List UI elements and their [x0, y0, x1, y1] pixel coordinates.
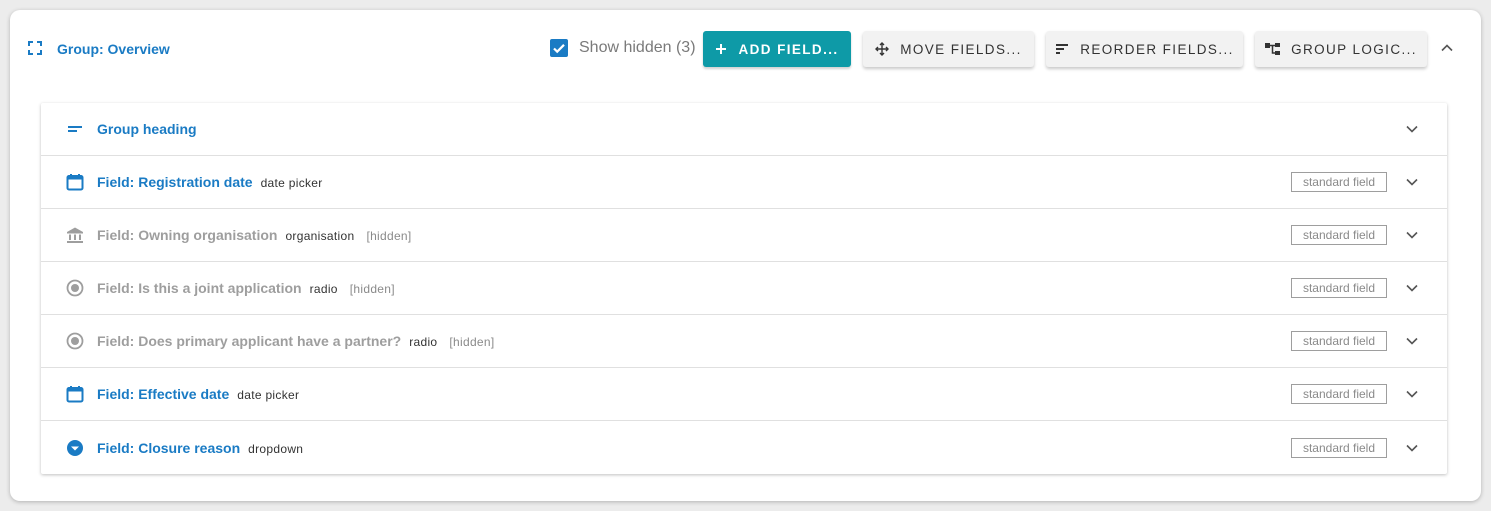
reorder-fields-button[interactable]: REORDER FIELDS... [1046, 31, 1243, 67]
field-row-closure-reason[interactable]: Field: Closure reason dropdown standard … [41, 421, 1447, 474]
bank-icon [66, 226, 84, 244]
standard-field-badge: standard field [1291, 437, 1387, 458]
row-field-type: organisation [285, 229, 355, 243]
plus-icon [716, 44, 727, 54]
show-hidden-label: Show hidden (3) [579, 39, 696, 56]
standard-field-badge: standard field [1291, 225, 1387, 245]
row-title: Field: Does primary applicant have a par… [97, 333, 402, 349]
field-list: Group heading Field: Registration date d… [41, 103, 1447, 474]
row-field-type: radio [409, 335, 438, 349]
account-tree-icon [1265, 42, 1281, 55]
calendar-icon [66, 385, 84, 403]
short-text-icon [66, 120, 84, 138]
field-row-primary-applicant-partner[interactable]: Field: Does primary applicant have a par… [41, 315, 1447, 368]
row-title: Field: Registration date [97, 174, 253, 190]
chevron-up-icon[interactable] [1440, 41, 1454, 55]
fullscreen-icon[interactable] [28, 41, 42, 55]
field-row-effective-date[interactable]: Field: Effective date date picker standa… [41, 368, 1447, 421]
sort-icon [1056, 44, 1069, 54]
chevron-down-icon[interactable] [1405, 175, 1419, 189]
show-hidden-toggle[interactable]: Show hidden (3) [550, 38, 696, 58]
field-row-registration-date[interactable]: Field: Registration date date picker sta… [41, 156, 1447, 209]
field-row-owning-organisation[interactable]: Field: Owning organisation organisation … [41, 209, 1447, 262]
add-field-button[interactable]: ADD FIELD... [703, 31, 851, 67]
move-fields-label: MOVE FIELDS... [900, 41, 1022, 57]
hidden-marker: [hidden] [349, 282, 395, 296]
calendar-icon [66, 173, 84, 191]
group-logic-button[interactable]: GROUP LOGIC... [1255, 31, 1427, 67]
row-field-type: date picker [237, 388, 300, 402]
chevron-down-icon[interactable] [1405, 228, 1419, 242]
standard-field-badge: standard field [1291, 278, 1387, 298]
row-title: Field: Closure reason [97, 439, 241, 456]
row-field-type: date picker [260, 176, 323, 190]
move-icon [875, 42, 890, 56]
reorder-fields-label: REORDER FIELDS... [1080, 41, 1234, 57]
radio-button-icon [66, 332, 84, 350]
standard-field-badge: standard field [1291, 172, 1387, 192]
chevron-down-icon[interactable] [1405, 281, 1419, 295]
radio-button-icon [66, 279, 84, 297]
chevron-down-icon[interactable] [1405, 334, 1419, 348]
field-row-joint-application[interactable]: Field: Is this a joint application radio… [41, 262, 1447, 315]
row-title: Field: Is this a joint application [97, 280, 302, 296]
row-field-type: dropdown [248, 441, 304, 456]
show-hidden-checkbox[interactable] [550, 39, 568, 57]
chevron-down-icon[interactable] [1405, 387, 1419, 401]
standard-field-badge: standard field [1291, 384, 1387, 404]
add-field-label: ADD FIELD... [738, 41, 839, 57]
row-title: Field: Effective date [97, 386, 230, 402]
hidden-marker: [hidden] [449, 335, 495, 349]
hidden-marker: [hidden] [366, 229, 412, 243]
group-title[interactable]: Group: Overview [57, 40, 170, 58]
group-logic-label: GROUP LOGIC... [1291, 41, 1417, 57]
row-title: Group heading [97, 121, 197, 137]
chevron-down-icon[interactable] [1405, 441, 1419, 455]
group-heading-row[interactable]: Group heading [41, 103, 1447, 156]
group-header: Group: Overview Show hidden (3) ADD FIEL… [10, 10, 1481, 88]
row-title: Field: Owning organisation [97, 227, 278, 243]
move-fields-button[interactable]: MOVE FIELDS... [863, 31, 1034, 67]
group-card: Group: Overview Show hidden (3) ADD FIEL… [10, 10, 1481, 501]
row-field-type: radio [309, 282, 338, 296]
chevron-down-icon[interactable] [1405, 122, 1419, 136]
checkmark-icon [553, 44, 565, 54]
standard-field-badge: standard field [1291, 331, 1387, 351]
dropdown-circle-icon [66, 439, 84, 457]
